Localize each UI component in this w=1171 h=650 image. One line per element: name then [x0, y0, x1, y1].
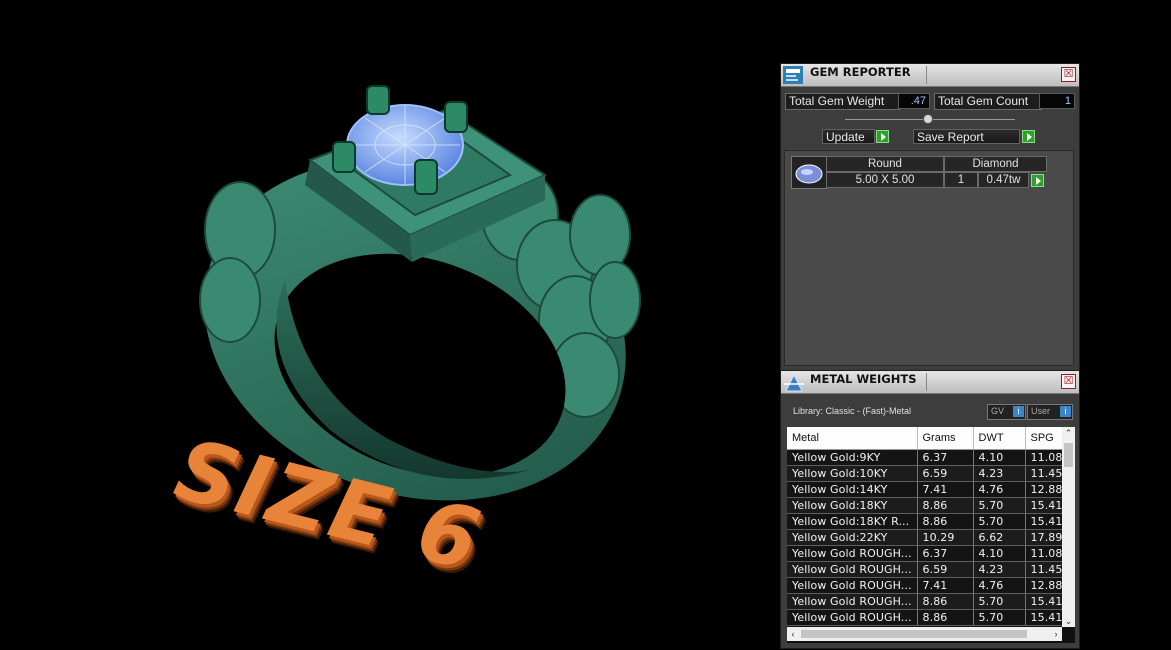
grams: 6.59 [917, 465, 974, 482]
dwt: 5.70 [973, 609, 1026, 626]
update-button[interactable]: Update [822, 129, 875, 144]
metal-name: Yellow Gold:14KY [787, 481, 918, 498]
table-row[interactable]: Yellow Gold ROUGH... 8.86 5.70 15.41 [787, 609, 1075, 626]
scroll-left-icon[interactable]: ‹ [787, 628, 799, 640]
update-play-icon[interactable] [876, 130, 889, 143]
gem-reporter-titlebar[interactable]: GEM REPORTER ☒ [781, 64, 1079, 87]
dwt: 5.70 [973, 497, 1026, 514]
metal-name: Yellow Gold:22KY [787, 529, 918, 546]
dwt: 4.76 [973, 577, 1026, 594]
grams: 6.37 [917, 449, 974, 466]
close-icon[interactable]: ☒ [1061, 67, 1076, 82]
grams: 7.41 [917, 577, 974, 594]
grams: 8.86 [917, 497, 974, 514]
title-separator [926, 66, 927, 84]
table-row[interactable]: Yellow Gold:18KY 8.86 5.70 15.41 [787, 497, 1075, 514]
gem-type: Diamond [944, 156, 1047, 172]
total-gem-weight-label: Total Gem Weight [785, 93, 900, 110]
3d-viewport[interactable]: SIZE 6 [0, 0, 780, 647]
grams: 8.86 [917, 513, 974, 530]
table-row[interactable]: Yellow Gold:10KY 6.59 4.23 11.45 [787, 465, 1075, 482]
scale-icon [783, 373, 804, 392]
dwt: 4.10 [973, 449, 1026, 466]
col-grams[interactable]: Grams [917, 427, 974, 450]
metal-name: Yellow Gold:10KY [787, 465, 918, 482]
gv-toggle[interactable]: GV i [987, 404, 1026, 420]
user-toggle[interactable]: User i [1027, 404, 1073, 420]
gem-thumbnail-icon[interactable] [791, 156, 827, 189]
dwt: 5.70 [973, 513, 1026, 530]
slider-handle[interactable] [923, 114, 933, 124]
metal-name: Yellow Gold:9KY [787, 449, 918, 466]
table-row[interactable]: Yellow Gold ROUGH... 6.59 4.23 11.45 [787, 561, 1075, 578]
close-icon[interactable]: ☒ [1061, 374, 1076, 389]
table-row[interactable]: Yellow Gold:14KY 7.41 4.76 12.88 [787, 481, 1075, 498]
save-report-button[interactable]: Save Report [913, 129, 1020, 144]
table-row[interactable]: Yellow Gold ROUGH... 8.86 5.70 15.41 [787, 593, 1075, 610]
dwt: 4.76 [973, 481, 1026, 498]
col-dwt[interactable]: DWT [973, 427, 1026, 450]
dwt: 6.62 [973, 529, 1026, 546]
grams: 8.86 [917, 609, 974, 626]
save-report-play-icon[interactable] [1022, 130, 1035, 143]
table-row[interactable]: Yellow Gold:9KY 6.37 4.10 11.08 [787, 449, 1075, 466]
gem-size: 5.00 X 5.00 [826, 172, 944, 188]
dwt: 4.23 [973, 561, 1026, 578]
total-gem-count-label: Total Gem Count [934, 93, 1042, 110]
user-info-icon[interactable]: i [1060, 406, 1071, 417]
panel-splitter-slider[interactable] [845, 114, 1015, 124]
user-label: User [1031, 406, 1051, 416]
gem-count: 1 [944, 172, 978, 188]
gem-detail-play-icon[interactable] [1031, 174, 1044, 187]
col-metal[interactable]: Metal [787, 427, 918, 450]
scroll-down-icon[interactable]: ⌄ [1062, 615, 1075, 627]
gem-reporter-icon [783, 66, 803, 84]
gem-shape: Round [826, 156, 944, 172]
metal-weights-panel: METAL WEIGHTS ☒ Library: Classic - (Fast… [780, 370, 1080, 649]
table-row[interactable]: Yellow Gold:22KY 10.29 6.62 17.89 [787, 529, 1075, 546]
horizontal-scrollbar[interactable]: ‹ › [787, 627, 1062, 641]
dwt: 4.23 [973, 465, 1026, 482]
table-row[interactable]: Yellow Gold:18KY R... 8.86 5.70 15.41 [787, 513, 1075, 530]
grams: 10.29 [917, 529, 974, 546]
vertical-scrollbar[interactable]: ⌃ ⌄ [1062, 427, 1075, 627]
metal-name: Yellow Gold ROUGH... [787, 577, 918, 594]
table-header: Metal Grams DWT SPG [787, 427, 1075, 450]
grams: 6.59 [917, 561, 974, 578]
total-gem-count-value[interactable]: 1 [1039, 93, 1075, 109]
metal-name: Yellow Gold:18KY [787, 497, 918, 514]
gem-weight: 0.47tw [978, 172, 1029, 188]
grams: 6.37 [917, 545, 974, 562]
scroll-thumb[interactable] [1064, 443, 1073, 467]
metal-name: Yellow Gold:18KY R... [787, 513, 918, 530]
metal-weights-table: Metal Grams DWT SPG Yellow Gold:9KY 6.37 4… [787, 427, 1075, 626]
grams: 8.86 [917, 593, 974, 610]
gem-list-area[interactable]: Round Diamond 5.00 X 5.00 1 0.47tw [784, 150, 1074, 366]
title-separator [926, 373, 927, 391]
dwt: 4.10 [973, 545, 1026, 562]
metal-name: Yellow Gold ROUGH... [787, 545, 918, 562]
table-row[interactable]: Yellow Gold ROUGH... 6.37 4.10 11.08 [787, 545, 1075, 562]
scroll-right-icon[interactable]: › [1050, 628, 1062, 640]
table-row[interactable]: Yellow Gold ROUGH... 7.41 4.76 12.88 [787, 577, 1075, 594]
metal-weights-titlebar[interactable]: METAL WEIGHTS ☒ [781, 371, 1079, 394]
metal-name: Yellow Gold ROUGH... [787, 593, 918, 610]
dwt: 5.70 [973, 593, 1026, 610]
gv-info-icon[interactable]: i [1013, 406, 1024, 417]
hscroll-thumb[interactable] [801, 630, 1027, 638]
scroll-up-icon[interactable]: ⌃ [1062, 427, 1075, 439]
total-gem-weight-value[interactable]: .47 [898, 93, 930, 109]
metal-table-container[interactable]: Metal Grams DWT SPG Yellow Gold:9KY 6.37 4… [787, 427, 1075, 643]
gem-reporter-panel: GEM REPORTER ☒ Total Gem Weight .47 Tota… [780, 63, 1080, 371]
metal-name: Yellow Gold ROUGH... [787, 561, 918, 578]
gem-reporter-title: GEM REPORTER [810, 65, 911, 79]
metal-name: Yellow Gold ROUGH... [787, 609, 918, 626]
library-label: Library: Classic - (Fast)-Metal [793, 406, 912, 416]
grams: 7.41 [917, 481, 974, 498]
gv-label: GV [991, 406, 1005, 416]
metal-weights-title: METAL WEIGHTS [810, 372, 917, 386]
